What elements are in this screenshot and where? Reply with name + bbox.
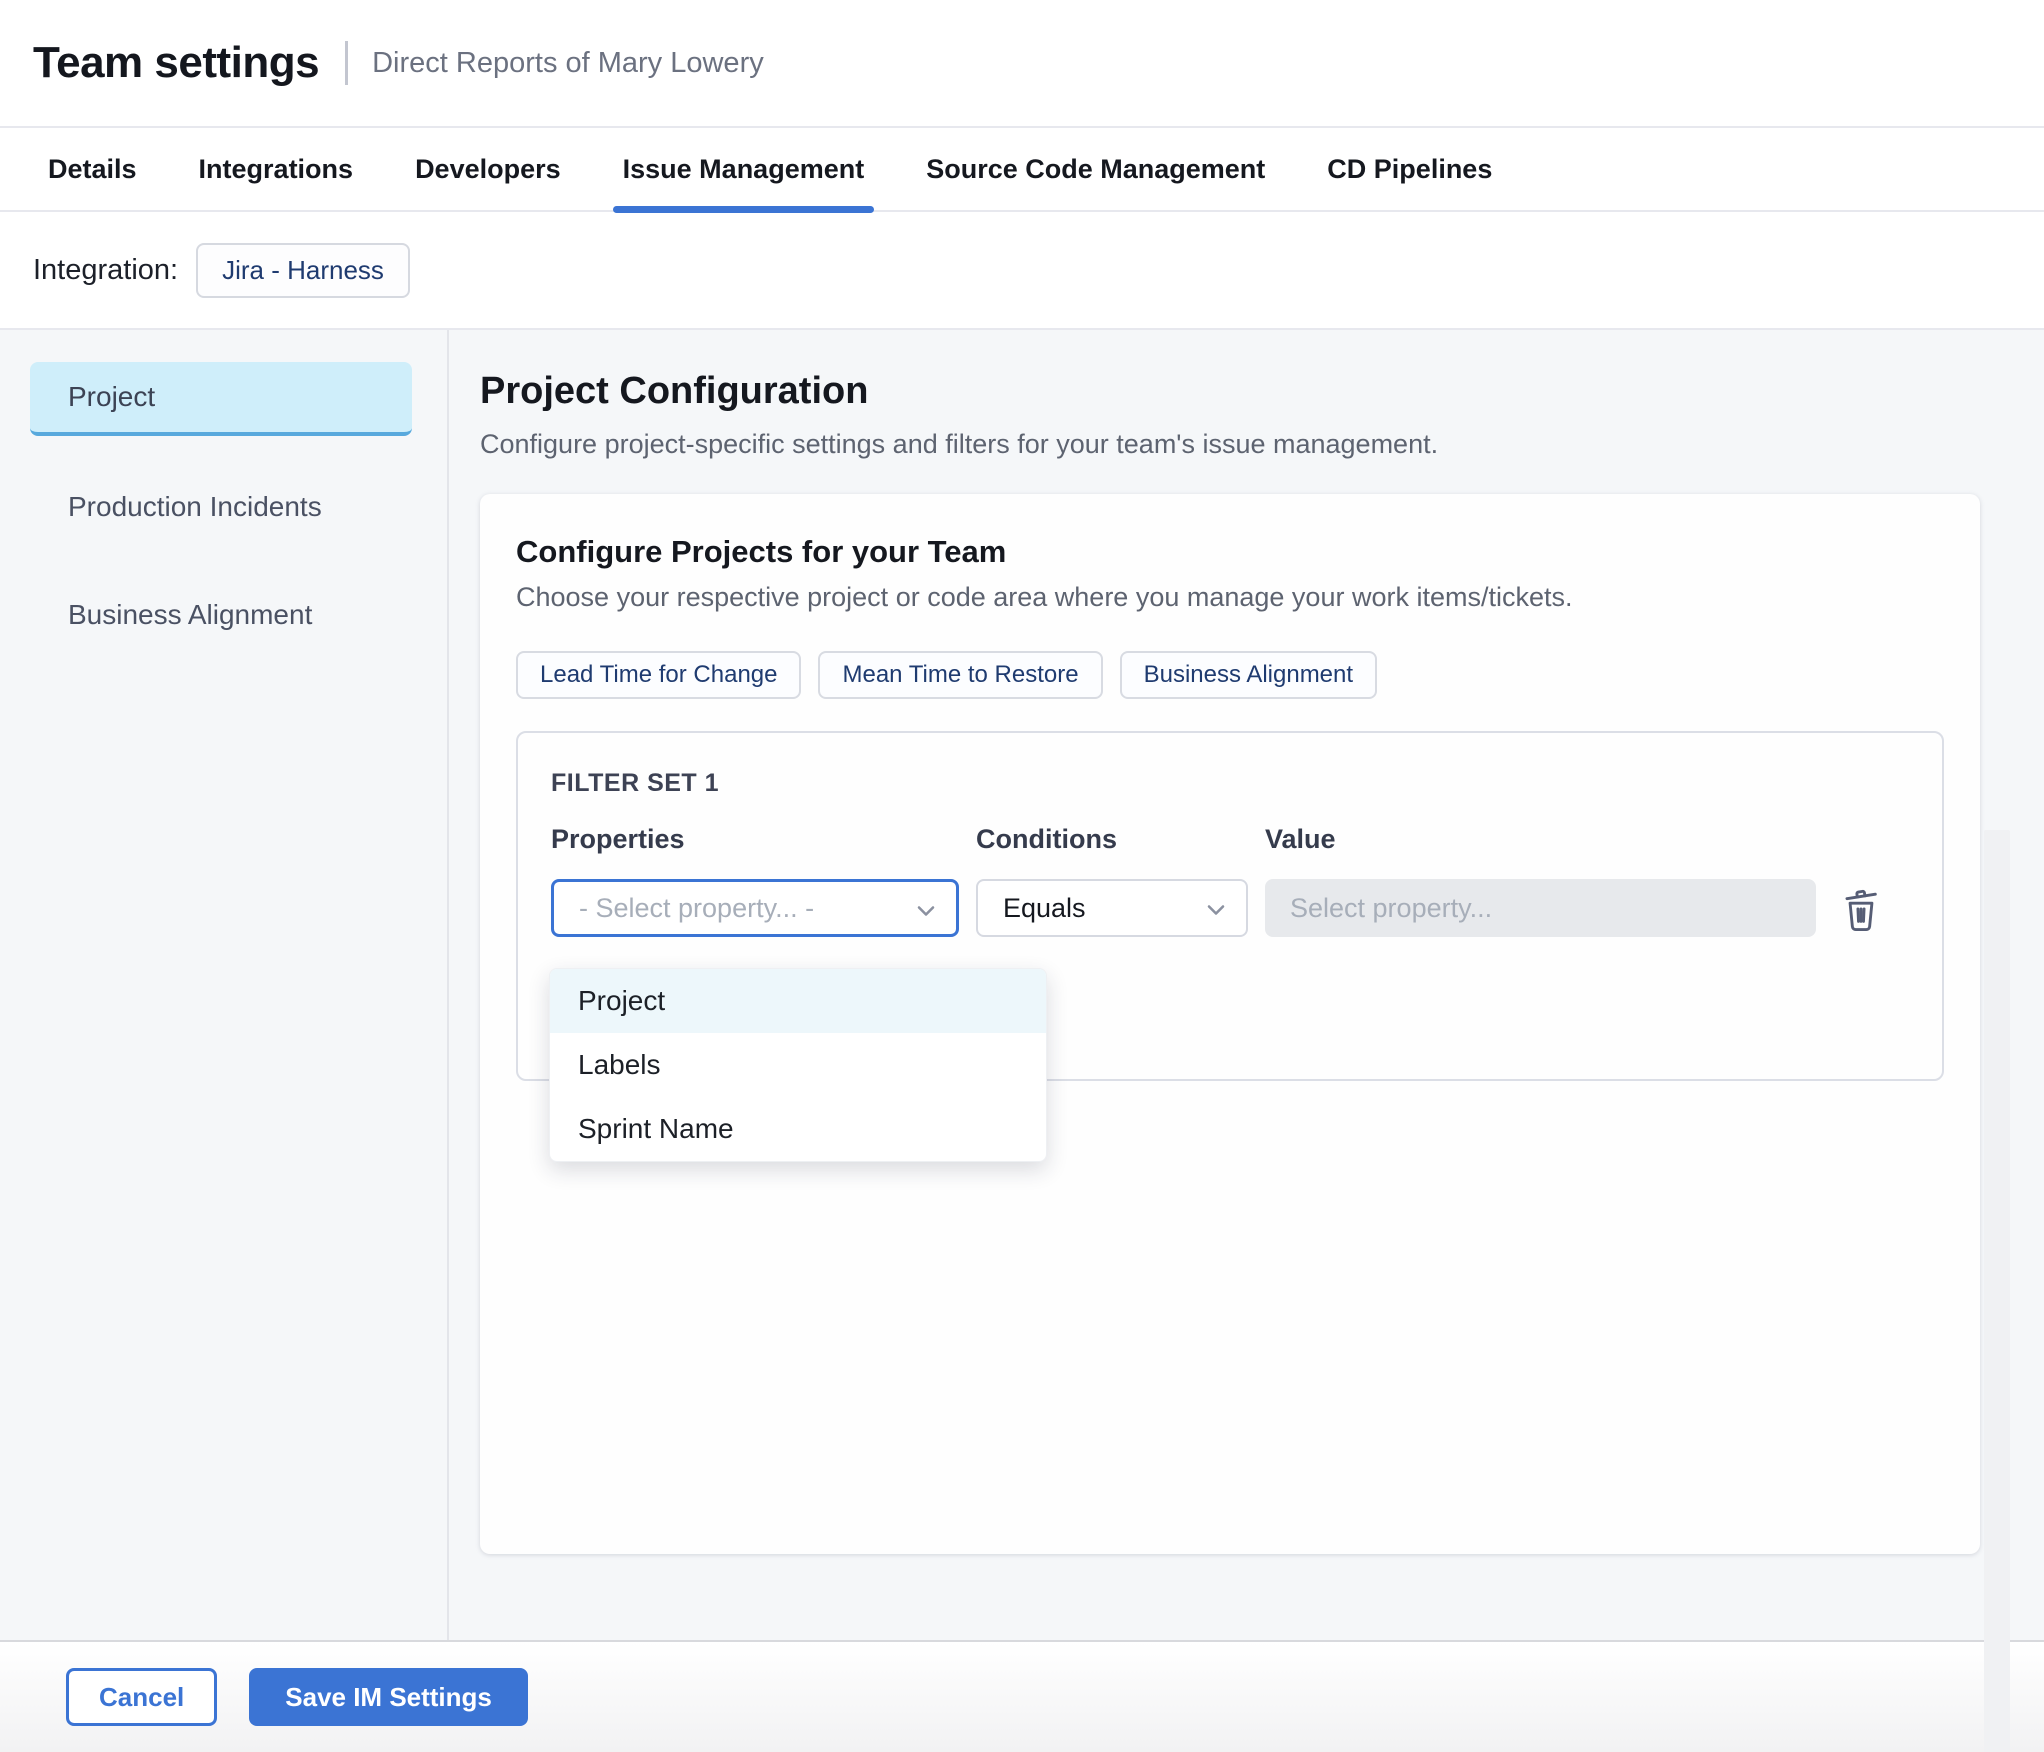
integration-bar: Integration: Jira - Harness [0, 212, 2044, 330]
card-title: Configure Projects for your Team [516, 534, 1007, 569]
tab-details[interactable]: Details [44, 127, 141, 211]
main-panel: Project Configuration Configure project-… [449, 330, 2044, 1752]
tab-integrations[interactable]: Integrations [195, 127, 358, 211]
card-subtitle: Choose your respective project or code a… [516, 582, 1573, 612]
metric-chip-row: Lead Time for Change Mean Time to Restor… [516, 651, 1944, 699]
integration-label: Integration: [33, 253, 179, 286]
chevron-down-icon [1202, 896, 1230, 931]
sidebar-item-project[interactable]: Project [30, 362, 412, 436]
property-select-value: - Select property... - [579, 892, 815, 923]
trash-icon [1838, 882, 1884, 935]
chip-lead-time-for-change[interactable]: Lead Time for Change [516, 651, 802, 699]
filter-set-title: FILTER SET 1 [551, 769, 720, 797]
integration-chip[interactable]: Jira - Harness [196, 242, 410, 298]
chip-mean-time-to-restore[interactable]: Mean Time to Restore [818, 651, 1103, 699]
sidebar-item-business-alignment[interactable]: Business Alignment [30, 578, 412, 652]
tab-issue-management[interactable]: Issue Management [612, 127, 874, 213]
col-header-value: Value [1265, 824, 1336, 854]
filter-column-headers: Properties Conditions Value [551, 824, 1909, 855]
section-title: Project Configuration [480, 370, 869, 412]
content-area: Project Production Incidents Business Al… [0, 330, 2044, 1752]
sidebar-item-production-incidents[interactable]: Production Incidents [30, 470, 412, 544]
value-input[interactable] [1265, 879, 1816, 937]
property-select[interactable]: - Select property... - [551, 879, 959, 937]
chip-business-alignment[interactable]: Business Alignment [1119, 651, 1378, 699]
dropdown-option-project[interactable]: Project [550, 969, 1046, 1033]
footer-bar: Cancel Save IM Settings [0, 1640, 2044, 1752]
cancel-button[interactable]: Cancel [66, 1668, 218, 1726]
project-configuration-card: Configure Projects for your Team Choose … [480, 494, 1980, 1554]
title-divider [345, 41, 349, 85]
property-dropdown: Project Labels Sprint Name [549, 968, 1047, 1162]
page-subtitle: Direct Reports of Mary Lowery [372, 46, 764, 79]
tab-source-code-management[interactable]: Source Code Management [922, 127, 1269, 211]
settings-sidebar: Project Production Incidents Business Al… [0, 330, 449, 1640]
page-title: Team settings [33, 38, 320, 87]
save-im-settings-button[interactable]: Save IM Settings [249, 1668, 528, 1726]
tab-bar: Details Integrations Developers Issue Ma… [0, 127, 2044, 213]
col-header-properties: Properties [551, 824, 685, 854]
dropdown-option-sprint-name[interactable]: Sprint Name [550, 1097, 1046, 1161]
tab-cd-pipelines[interactable]: CD Pipelines [1323, 127, 1496, 211]
condition-select-value: Equals [1003, 892, 1086, 923]
section-subtitle: Configure project-specific settings and … [480, 429, 1439, 459]
app-header: Team settings Direct Reports of Mary Low… [0, 0, 2044, 128]
chevron-down-icon [912, 897, 940, 932]
delete-filter-button[interactable] [1833, 879, 1889, 937]
dropdown-option-labels[interactable]: Labels [550, 1033, 1046, 1097]
col-header-conditions: Conditions [976, 824, 1117, 854]
filter-controls-row: - Select property... - Equals [551, 879, 1909, 937]
condition-select[interactable]: Equals [976, 879, 1248, 937]
scrollbar-track[interactable] [1984, 830, 2010, 1752]
tab-developers[interactable]: Developers [411, 127, 565, 211]
